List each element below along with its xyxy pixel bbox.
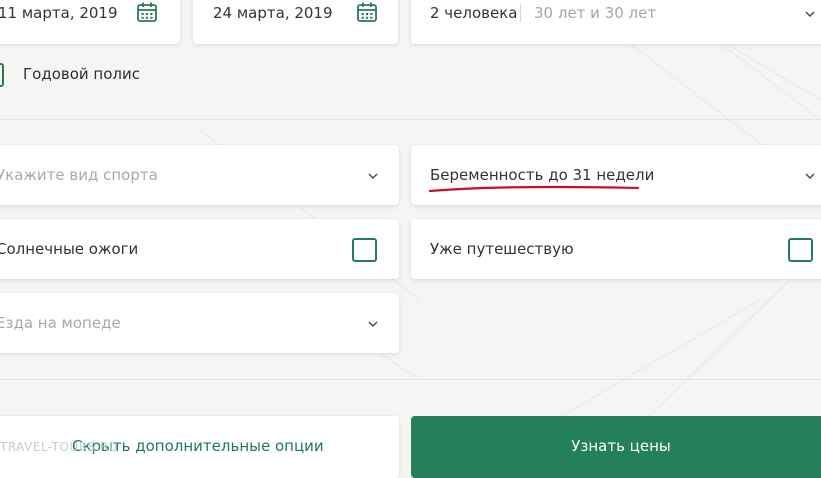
- sunburn-label: Солнечные ожоги: [0, 240, 139, 258]
- annual-policy-checkbox[interactable]: [0, 63, 4, 87]
- chevron-down-icon: [805, 11, 815, 18]
- chevron-down-icon: [368, 173, 378, 180]
- start-date-field[interactable]: 11 марта, 2019: [0, 0, 180, 44]
- end-date-field[interactable]: 24 марта, 2019: [193, 0, 398, 44]
- start-date-value: 11 марта, 2019: [0, 4, 118, 22]
- pregnancy-select[interactable]: Беременность до 31 недели: [411, 145, 821, 205]
- pregnancy-value: Беременность до 31 недели: [430, 166, 655, 184]
- get-prices-button[interactable]: Узнать цены: [411, 416, 821, 478]
- moped-placeholder: Езда на мопеде: [0, 314, 121, 332]
- site-watermark: TRAVEL-TOURS.RU: [0, 440, 119, 454]
- already-traveling-label: Уже путешествую: [430, 240, 574, 258]
- red-underline-annotation: [428, 185, 640, 193]
- sport-type-placeholder: Укажите вид спорта: [0, 166, 158, 184]
- moped-select[interactable]: Езда на мопеде: [0, 293, 399, 353]
- travelers-count: 2 человека: [430, 4, 518, 22]
- chevron-down-icon: [805, 173, 815, 180]
- sunburn-option[interactable]: Солнечные ожоги: [0, 219, 399, 279]
- already-traveling-checkbox[interactable]: [788, 238, 813, 262]
- section-divider: [0, 119, 821, 120]
- annual-policy-label: Годовой полис: [23, 65, 140, 83]
- already-traveling-option[interactable]: Уже путешествую: [411, 219, 821, 279]
- section-divider: [0, 379, 821, 380]
- calendar-icon[interactable]: [356, 1, 378, 23]
- end-date-value: 24 марта, 2019: [213, 4, 333, 22]
- travelers-select[interactable]: 2 человека 30 лет и 30 лет: [411, 0, 821, 44]
- travelers-divider: [520, 4, 521, 22]
- travelers-ages: 30 лет и 30 лет: [534, 4, 657, 22]
- calendar-icon[interactable]: [136, 1, 158, 23]
- sunburn-checkbox[interactable]: [352, 238, 377, 262]
- get-prices-label: Узнать цены: [571, 437, 671, 455]
- chevron-down-icon: [368, 321, 378, 328]
- sport-type-select[interactable]: Укажите вид спорта: [0, 145, 399, 205]
